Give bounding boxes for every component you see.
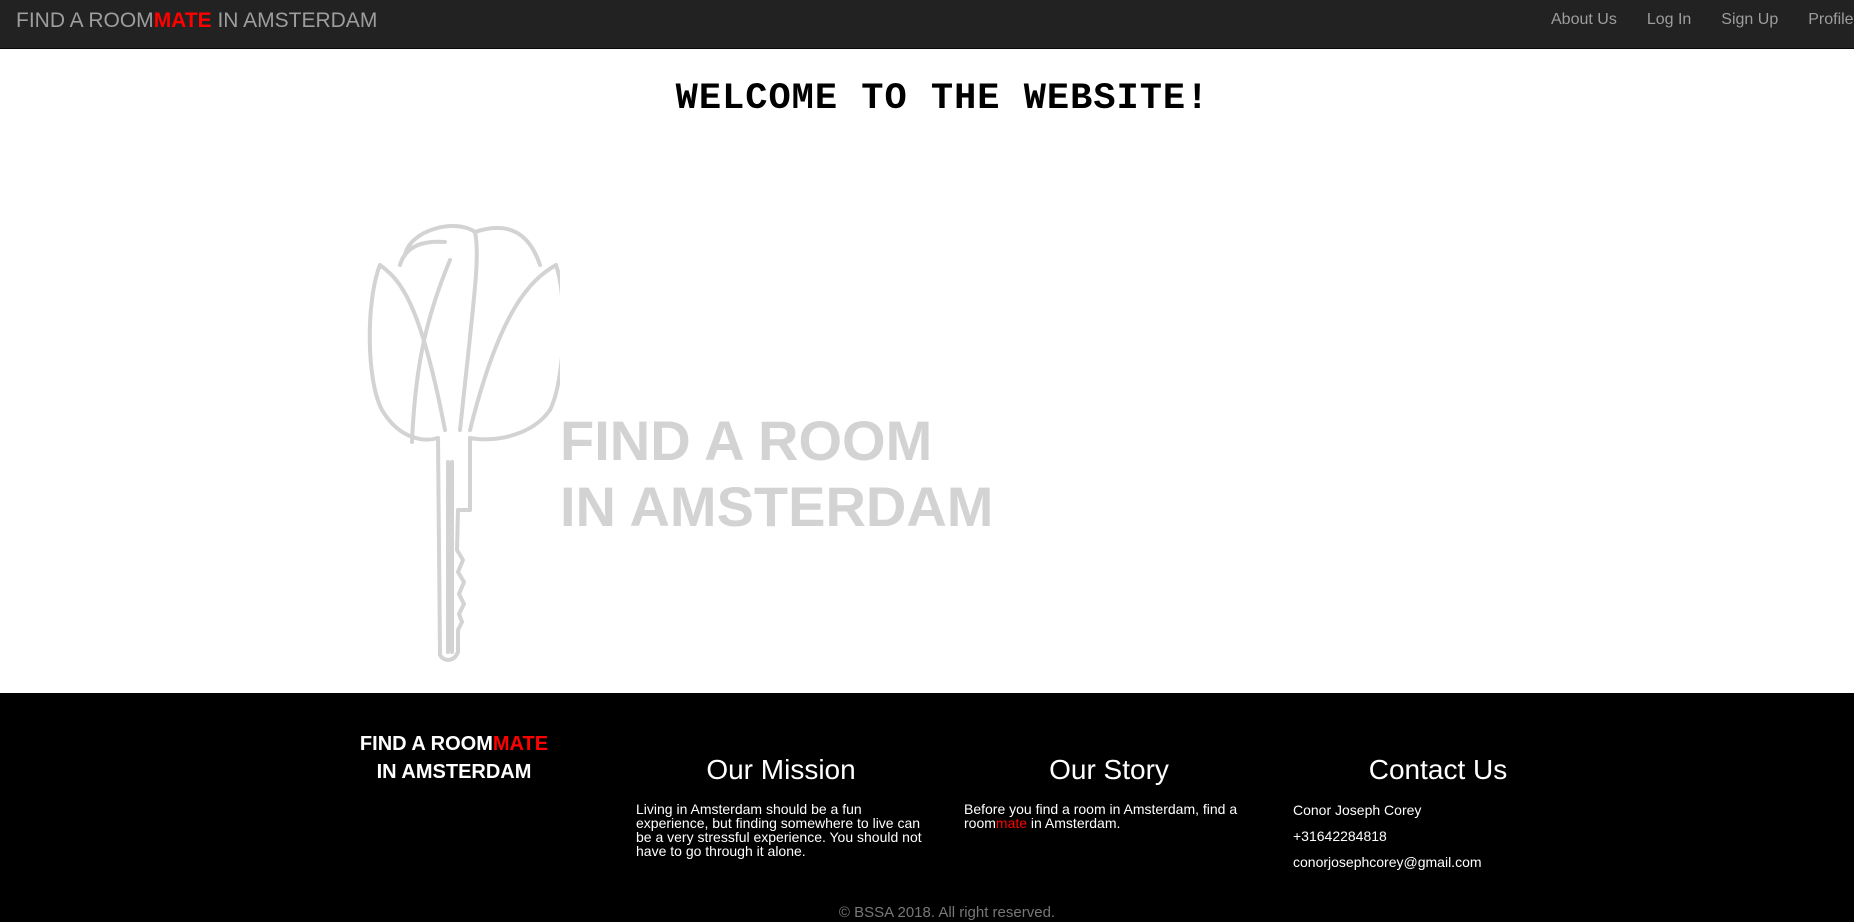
nav-link-profile[interactable]: Profile — [1808, 11, 1853, 29]
nav-link-log-in[interactable]: Log In — [1647, 11, 1691, 29]
footer-brand-line-1: FIND A ROOMMATE — [334, 730, 574, 758]
brand-prefix: FIND A ROOM — [16, 9, 154, 32]
hero-text: FIND A ROOM IN AMSTERDAM — [560, 408, 993, 540]
footer-brand-line-2: IN AMSTERDAM — [376, 761, 532, 783]
brand-suffix: IN AMSTERDAM — [211, 9, 378, 32]
footer-brand-accent: MATE — [492, 733, 549, 755]
footer-story: Our Story Before you find a room in Amst… — [964, 753, 1254, 830]
footer-mission: Our Mission Living in Amsterdam should b… — [636, 753, 926, 858]
story-text-accent: mate — [995, 815, 1028, 831]
contact-phone: +31642284818 — [1293, 828, 1387, 844]
nav-links: About Us Log In Sign Up Profile — [1551, 11, 1854, 29]
brand-accent: MATE — [153, 9, 212, 32]
nav-link-about-us[interactable]: About Us — [1551, 11, 1617, 29]
contact-name: Conor Joseph Corey — [1293, 802, 1422, 818]
footer-contact: Contact Us Conor Joseph Corey +316422848… — [1293, 753, 1583, 870]
hero-line-1: FIND A ROOM — [560, 409, 933, 472]
contact-title: Contact Us — [1368, 754, 1508, 785]
copyright-text: © BSSA 2018. All right reserved. — [838, 904, 1056, 921]
story-title: Our Story — [1049, 754, 1169, 785]
tulip-key-icon — [360, 220, 566, 670]
top-navbar: FIND A ROOMMATE IN AMSTERDAM About Us Log… — [0, 0, 1854, 49]
contact-email: conorjosephcorey@gmail.com — [1293, 854, 1482, 870]
welcome-title: WELCOME TO THE WEBSITE! — [675, 78, 1210, 120]
mission-text: Living in Amsterdam should be a fun expe… — [636, 801, 922, 859]
footer-brand: FIND A ROOMMATE IN AMSTERDAM — [334, 730, 574, 786]
story-text-after: in Amsterdam. — [1027, 815, 1121, 831]
hero-line-2: IN AMSTERDAM — [560, 475, 994, 538]
navbar-brand-link[interactable]: FIND A ROOMMATE IN AMSTERDAM — [16, 9, 377, 33]
footer-brand-prefix: FIND A ROOM — [359, 733, 493, 755]
mission-title: Our Mission — [706, 754, 856, 785]
nav-link-sign-up[interactable]: Sign Up — [1721, 11, 1778, 29]
story-text: Before you find a room in Amsterdam, fin… — [964, 802, 1254, 830]
footer: FIND A ROOMMATE IN AMSTERDAM Our Mission… — [0, 693, 1854, 922]
